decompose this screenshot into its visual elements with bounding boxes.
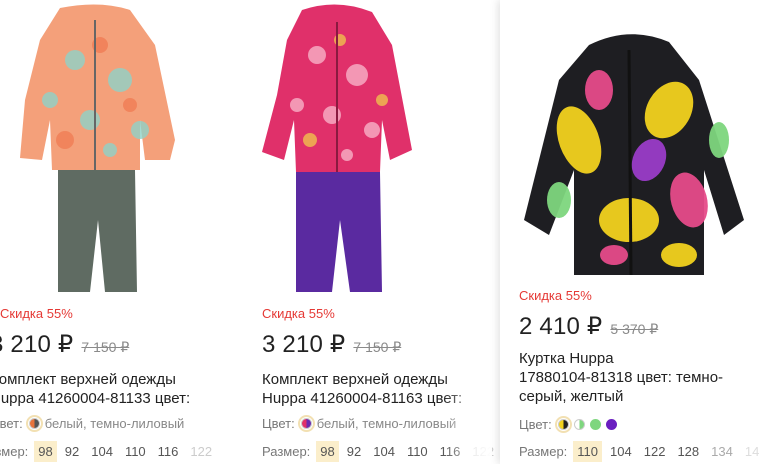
product-name[interactable]: Комплект верхней одежды Huppa 41260004-8…: [262, 370, 492, 408]
product-name[interactable]: Куртка Huppa 17880104-81318 цвет: темно-…: [519, 349, 759, 406]
size-option[interactable]: 104: [369, 441, 399, 462]
product-name-line[interactable]: Huppa 41260004-81133 цвет:: [0, 389, 220, 408]
size-option[interactable]: 122: [468, 441, 498, 462]
product-name[interactable]: Комплект верхней одежды Huppa 41260004-8…: [0, 370, 220, 408]
price: 3 210 ₽: [262, 331, 346, 358]
discount-badge: Скидка 55%: [262, 306, 335, 321]
price: 2 410 ₽: [519, 313, 603, 340]
size-row: Размер: 98 92 104 110 116 122: [0, 441, 220, 462]
color-row: Цвет: белый, темно-лиловый: [262, 415, 457, 432]
color-swatch[interactable]: [297, 415, 315, 432]
color-row: Цвет: белый, темно-лиловый: [0, 415, 185, 432]
size-label: Размер:: [0, 444, 29, 459]
color-row: Цвет:: [519, 416, 622, 433]
size-option[interactable]: 134: [707, 441, 737, 462]
product-card-hovered[interactable]: Скидка 55% 2 410 ₽ 5 370 ₽ Куртка Huppa 1…: [500, 0, 770, 464]
size-option[interactable]: 98: [34, 441, 57, 462]
size-option[interactable]: 92: [61, 441, 83, 462]
price-row: 2 410 ₽ 5 370 ₽: [519, 312, 658, 341]
discount-badge: Скидка 55%: [0, 306, 73, 321]
product-image-jacket[interactable]: [519, 20, 749, 285]
size-option[interactable]: 104: [606, 441, 636, 462]
product-name-line[interactable]: Комплект верхней одежды: [262, 370, 492, 389]
size-option[interactable]: 110: [573, 441, 603, 462]
product-card[interactable]: Скидка 55% 3 210 ₽ 7 150 ₽ Комплект верхн…: [0, 0, 220, 464]
product-name-line[interactable]: Huppa 41260004-81163 цвет:: [262, 389, 492, 408]
size-option[interactable]: 98: [316, 441, 339, 462]
color-swatch[interactable]: [25, 415, 43, 432]
price-row: 3 210 ₽ 7 150 ₽: [262, 330, 401, 359]
product-name-line[interactable]: Куртка Huppa: [519, 349, 759, 368]
size-option[interactable]: 122: [186, 441, 216, 462]
color-label: Цвет:: [519, 417, 552, 432]
color-text: белый, темно-лиловый: [44, 416, 185, 431]
color-label: Цвет:: [0, 416, 23, 431]
size-label: Размер:: [262, 444, 311, 459]
size-option[interactable]: 92: [343, 441, 365, 462]
size-option[interactable]: 110: [403, 441, 432, 462]
size-option[interactable]: 128: [673, 441, 703, 462]
price: 3 210 ₽: [0, 331, 74, 358]
old-price: 7 150 ₽: [81, 339, 130, 355]
product-image-suit-pink[interactable]: [262, 0, 422, 305]
size-row: Размер: 110 104 122 128 134 14: [519, 441, 767, 462]
price-row: 3 210 ₽ 7 150 ₽: [0, 330, 129, 359]
color-swatch[interactable]: [554, 416, 572, 433]
product-name-line[interactable]: 17880104-81318 цвет: темно-: [519, 368, 759, 387]
product-name-line[interactable]: Комплект верхней одежды: [0, 370, 220, 389]
size-row: Размер: 98 92 104 110 116 122: [262, 441, 502, 462]
product-card[interactable]: Скидка 55% 3 210 ₽ 7 150 ₽ Комплект верхн…: [262, 0, 494, 464]
product-image-suit-orange[interactable]: [0, 0, 220, 305]
size-option[interactable]: 122: [640, 441, 670, 462]
size-option[interactable]: 116: [436, 441, 465, 462]
color-swatch[interactable]: [605, 419, 617, 430]
size-label: Размер:: [519, 444, 568, 459]
color-swatch[interactable]: [589, 419, 601, 430]
color-label: Цвет:: [262, 416, 295, 431]
size-option[interactable]: 116: [154, 441, 183, 462]
size-option[interactable]: 110: [121, 441, 150, 462]
product-name-line[interactable]: серый, желтый: [519, 387, 759, 406]
discount-badge: Скидка 55%: [519, 288, 592, 303]
old-price: 7 150 ₽: [353, 339, 402, 355]
old-price: 5 370 ₽: [610, 321, 659, 337]
size-option[interactable]: 14: [741, 441, 763, 462]
color-text: белый, темно-лиловый: [316, 416, 457, 431]
color-swatch[interactable]: [573, 419, 585, 430]
size-option[interactable]: 104: [87, 441, 117, 462]
